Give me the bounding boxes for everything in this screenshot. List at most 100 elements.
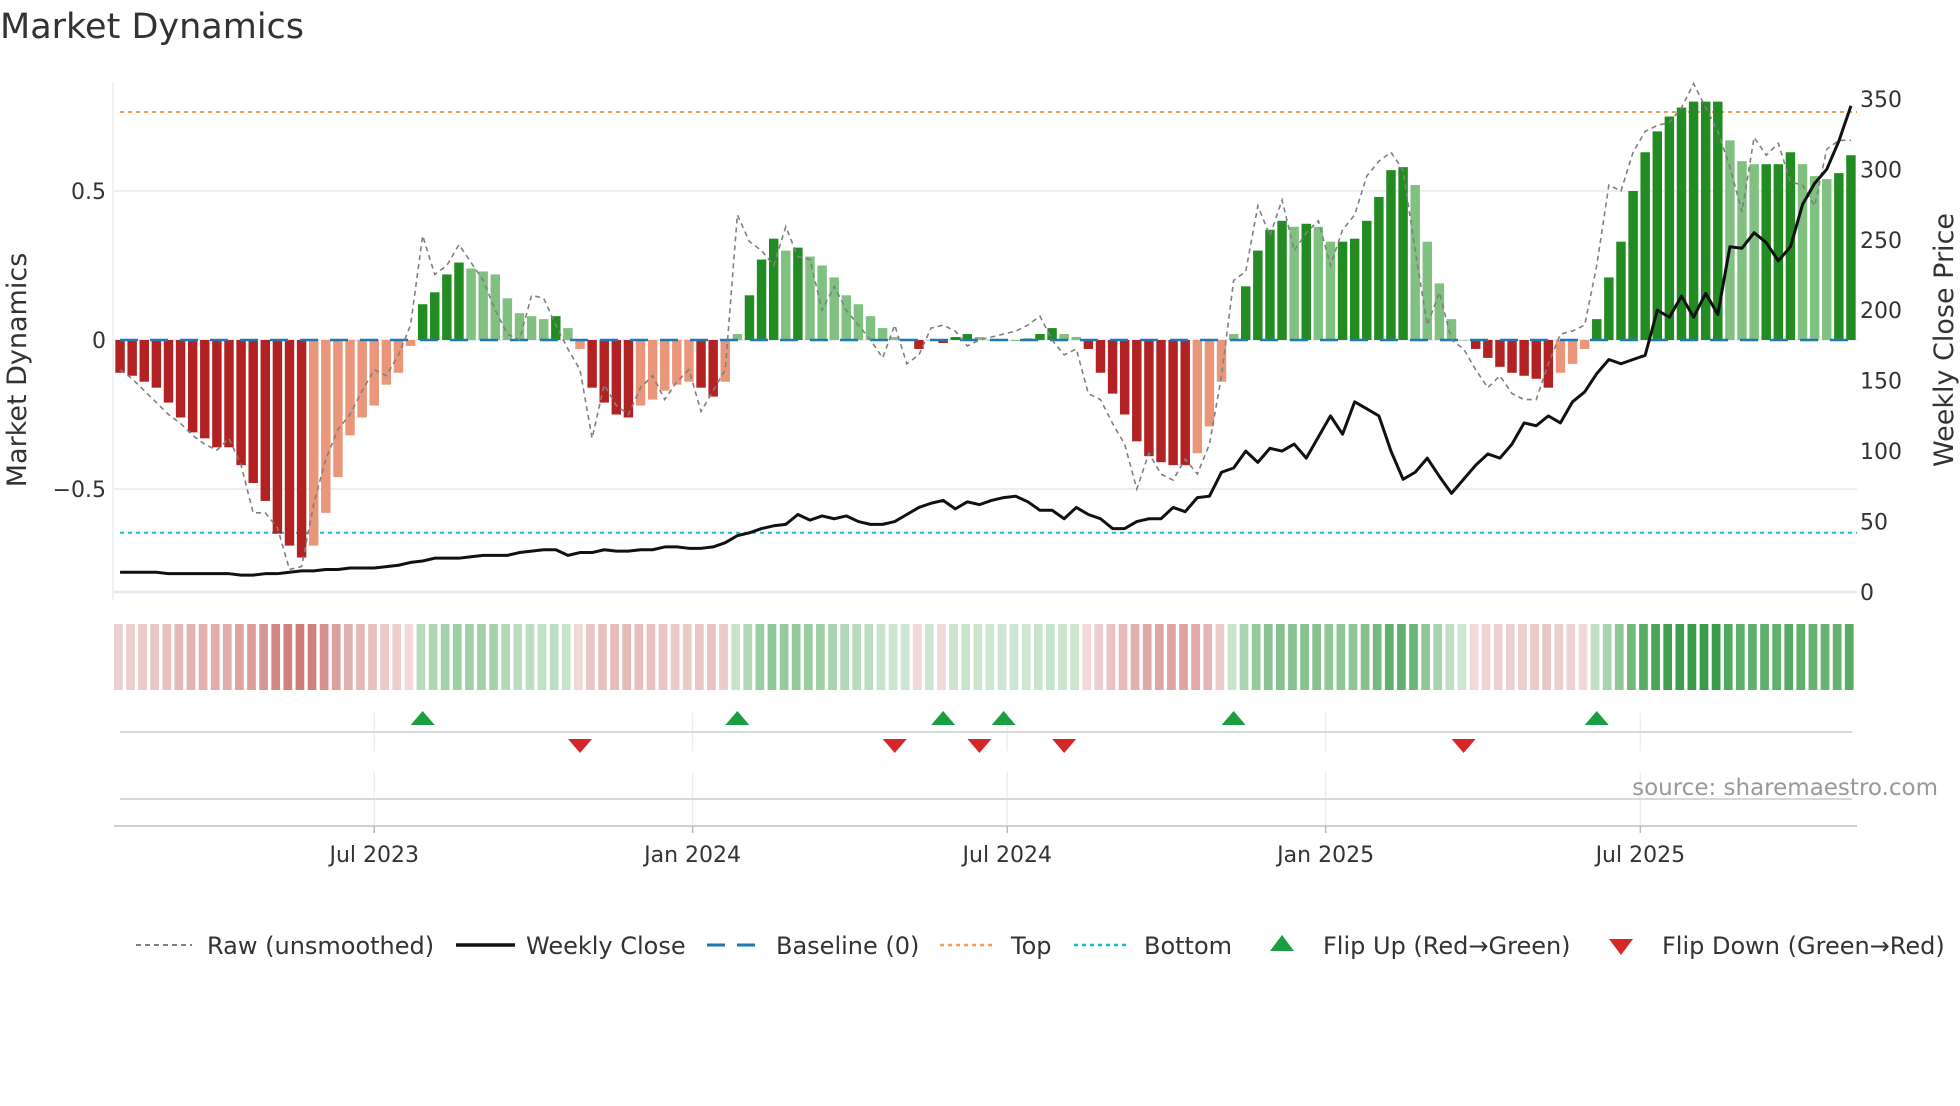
heat-cell [1711, 624, 1721, 690]
dynamics-bar [1362, 220, 1372, 340]
heat-cell [513, 624, 523, 690]
dynamics-bar [1410, 185, 1420, 340]
heat-cell [380, 624, 390, 690]
flip-down-marker [568, 739, 593, 753]
dynamics-bar [1011, 340, 1021, 341]
heat-cell [1675, 624, 1685, 690]
heat-cell [295, 624, 305, 690]
heat-cell [1300, 624, 1309, 690]
dynamics-bar [357, 340, 367, 418]
dynamics-bar [163, 340, 174, 403]
regime-heat-strip [114, 624, 1854, 690]
heat-cell [1651, 624, 1660, 690]
heat-cell [961, 624, 971, 690]
dynamics-bar [1132, 340, 1142, 442]
heat-cell [1409, 624, 1418, 690]
legend-label: Raw (unsmoothed) [207, 932, 434, 960]
heat-cell [1808, 624, 1818, 690]
y2-ticks: 0 50 100 150 200 250 300 350 [1860, 88, 1902, 606]
dynamics-bar [1216, 340, 1227, 382]
heat-cell [1384, 624, 1394, 690]
heat-cell [1215, 624, 1225, 690]
heat-cell [428, 624, 438, 690]
heat-cell [1046, 624, 1055, 690]
heat-cell [1457, 624, 1467, 690]
heat-cell [1348, 624, 1358, 690]
y2-tick-label: 200 [1860, 299, 1902, 324]
dynamics-bar [1386, 170, 1396, 340]
heat-cell [549, 624, 559, 690]
heat-cell [1397, 624, 1406, 690]
dynamics-bar [1434, 283, 1445, 340]
dynamics-bar [417, 304, 428, 340]
flip-up-marker [1221, 711, 1246, 725]
legend-item: Bottom [1074, 932, 1232, 960]
heat-cell [888, 624, 898, 690]
dynamics-bar [1144, 340, 1154, 457]
dynamics-bar [1676, 107, 1687, 340]
heat-cell [501, 624, 511, 690]
heat-cell [997, 624, 1007, 690]
heat-cell [1421, 624, 1430, 690]
y2-axis-label: Weekly Close Price [1929, 213, 1960, 467]
x-ticks: Jul 2023 Jan 2024 Jul 2024 Jan 2025 Jul 2025 [114, 825, 1857, 868]
heat-cell [682, 624, 692, 690]
heat-cell [852, 624, 862, 690]
legend-label: Flip Up (Red→Green) [1323, 932, 1571, 960]
heat-cell [1227, 624, 1237, 690]
dynamics-bar [321, 340, 331, 513]
dynamics-bar [1749, 164, 1759, 340]
heat-cell [1748, 624, 1757, 690]
heat-cell [1639, 624, 1648, 690]
dynamics-bar [502, 298, 513, 340]
dynamics-bar [551, 316, 561, 340]
dynamics-bar [805, 256, 815, 340]
heat-cell [1784, 624, 1794, 690]
dynamics-bar [212, 340, 222, 448]
dynamics-bar [1761, 164, 1771, 340]
dynamics-bar [236, 340, 246, 466]
heat-cell [924, 624, 934, 690]
dynamics-bar [1289, 226, 1299, 340]
heat-cell [1832, 624, 1842, 690]
dynamics-bar [1265, 229, 1275, 340]
heat-cell [1844, 624, 1854, 690]
dynamics-bar [660, 340, 670, 391]
heat-cell [1518, 624, 1527, 690]
y2-tick-label: 50 [1860, 511, 1888, 536]
heat-cell [1094, 624, 1104, 690]
heat-cell [1481, 624, 1491, 690]
heat-cell [791, 624, 801, 690]
dynamics-bar [1846, 155, 1856, 340]
heat-cell [356, 624, 365, 690]
dynamics-bar [1773, 164, 1784, 340]
heat-cell [1760, 624, 1769, 690]
heat-cell [1566, 624, 1576, 690]
legend-label: Weekly Close [526, 932, 686, 960]
heat-cell [1203, 624, 1213, 690]
legend-item: Flip Down (Green→Red) [1609, 932, 1945, 960]
dynamics-bar [514, 313, 525, 340]
heat-cell [198, 624, 208, 690]
heat-cell [1082, 624, 1092, 690]
dynamics-bar [708, 340, 718, 397]
heat-cell [1469, 624, 1479, 690]
dynamics-bar [1107, 340, 1118, 394]
dynamics-bar [224, 340, 234, 448]
chart-title: Market Dynamics [0, 7, 304, 47]
heat-cell [465, 624, 474, 690]
heat-cell [1663, 624, 1673, 690]
legend-label: Top [1010, 932, 1052, 960]
dynamics-bar [1640, 152, 1650, 340]
dynamics-bar [1519, 340, 1529, 376]
heat-cell [1542, 624, 1552, 690]
flip-up-marker [1584, 711, 1609, 725]
y2-tick-label: 0 [1860, 581, 1874, 606]
heat-cell [985, 624, 995, 690]
heat-cell [634, 624, 644, 690]
dynamics-bar [442, 274, 452, 340]
heat-cell [731, 624, 741, 690]
x-tick-label: Jan 2025 [1275, 843, 1374, 868]
y2-tick-label: 150 [1860, 370, 1902, 395]
heat-cell [1263, 624, 1273, 690]
